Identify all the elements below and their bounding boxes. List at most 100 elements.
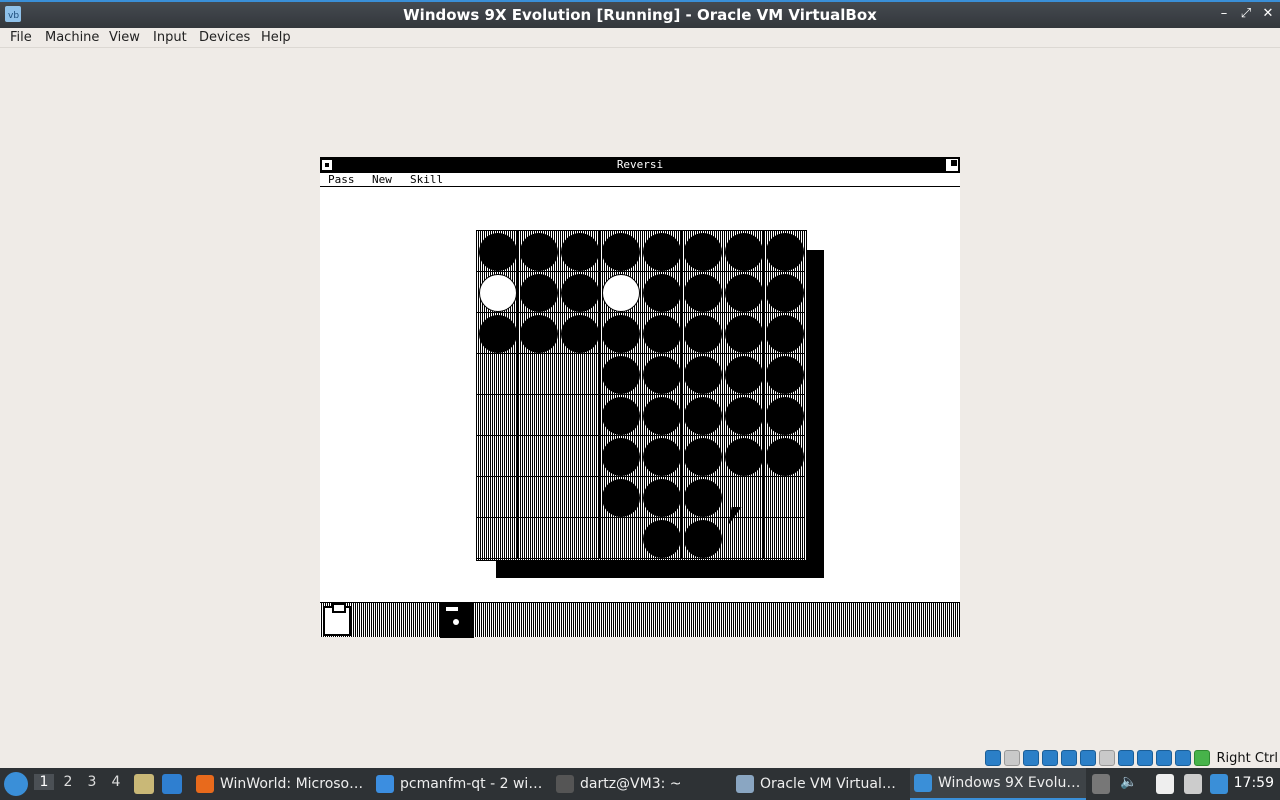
board-cell[interactable] <box>559 436 600 477</box>
board-cell[interactable] <box>600 313 641 354</box>
board-cell[interactable] <box>641 395 682 436</box>
desktop-1[interactable]: 1 <box>34 774 54 790</box>
disk-icon[interactable] <box>440 603 474 638</box>
board-cell[interactable] <box>723 231 764 272</box>
task-pcmanfm[interactable]: pcmanfm-qt - 2 wi… <box>372 768 548 800</box>
menu-pass[interactable]: Pass <box>328 173 355 186</box>
menu-machine[interactable]: Machine <box>45 30 99 45</box>
optical-drive-icon[interactable] <box>1003 750 1020 766</box>
board-cell[interactable] <box>641 477 682 518</box>
board-cell[interactable] <box>518 313 559 354</box>
window-titlebar[interactable]: vb Windows 9X Evolution [Running] - Orac… <box>0 0 1280 28</box>
board-cell[interactable] <box>559 395 600 436</box>
board-cell[interactable] <box>600 231 641 272</box>
board-cell[interactable] <box>764 477 805 518</box>
board-cell[interactable] <box>477 518 518 559</box>
menu-view[interactable]: View <box>109 30 140 45</box>
board-cell[interactable] <box>518 395 559 436</box>
hard-disk-icon[interactable] <box>984 750 1001 766</box>
board-cell[interactable] <box>641 231 682 272</box>
board-cell[interactable] <box>723 354 764 395</box>
task-winworld[interactable]: WinWorld: Microso… <box>192 768 368 800</box>
host-key-label[interactable]: Right Ctrl <box>1217 751 1279 766</box>
board-cell[interactable] <box>723 313 764 354</box>
board-cell[interactable] <box>518 272 559 313</box>
usb-icon[interactable] <box>1079 750 1096 766</box>
clipboard-icon[interactable] <box>323 603 351 636</box>
board-cell[interactable] <box>559 313 600 354</box>
guest-screen[interactable]: Reversi Pass New Skill <box>320 157 960 638</box>
zoom-box[interactable] <box>946 159 958 171</box>
board-cell[interactable] <box>682 231 723 272</box>
board-cell[interactable] <box>723 477 764 518</box>
desktop-2[interactable]: 2 <box>58 774 78 790</box>
board-cell[interactable] <box>477 354 518 395</box>
board-cell[interactable] <box>682 354 723 395</box>
minimize-button[interactable]: – <box>1218 6 1230 21</box>
board-cell[interactable] <box>682 477 723 518</box>
board-cell[interactable] <box>559 477 600 518</box>
reversi-titlebar[interactable]: Reversi <box>320 157 960 173</box>
board-cell[interactable] <box>641 354 682 395</box>
clipboard-tray-icon[interactable] <box>1156 774 1174 794</box>
reversi-board[interactable] <box>476 230 807 561</box>
board-cell[interactable] <box>641 436 682 477</box>
board-cell[interactable] <box>600 395 641 436</box>
board-cell[interactable] <box>477 313 518 354</box>
board-cell[interactable] <box>723 436 764 477</box>
board-cell[interactable] <box>682 272 723 313</box>
menu-input[interactable]: Input <box>153 30 187 45</box>
board-cell[interactable] <box>764 272 805 313</box>
desktop-4[interactable]: 4 <box>106 774 126 790</box>
board-cell[interactable] <box>477 272 518 313</box>
board-cell[interactable] <box>600 272 641 313</box>
board-cell[interactable] <box>477 477 518 518</box>
board-cell[interactable] <box>559 231 600 272</box>
board-cell[interactable] <box>477 231 518 272</box>
shared-folders-icon[interactable] <box>1098 750 1115 766</box>
network-icon[interactable] <box>1060 750 1077 766</box>
notification-icon[interactable] <box>1210 774 1228 794</box>
close-button[interactable]: ✕ <box>1262 6 1274 21</box>
restore-button[interactable]: ⤢ <box>1240 6 1252 21</box>
start-menu-icon[interactable] <box>4 772 28 796</box>
menu-devices[interactable]: Devices <box>199 30 250 45</box>
keyboard-capture-icon[interactable] <box>1193 750 1210 766</box>
mouse-integration-icon[interactable] <box>1174 750 1191 766</box>
board-cell[interactable] <box>641 518 682 559</box>
desktop-3[interactable]: 3 <box>82 774 102 790</box>
menu-new[interactable]: New <box>372 173 392 186</box>
board-cell[interactable] <box>600 477 641 518</box>
recording-icon[interactable] <box>1136 750 1153 766</box>
menu-skill[interactable]: Skill <box>410 173 443 186</box>
board-cell[interactable] <box>682 313 723 354</box>
board-cell[interactable] <box>477 395 518 436</box>
board-cell[interactable] <box>764 231 805 272</box>
board-cell[interactable] <box>518 477 559 518</box>
removable-media-icon[interactable] <box>1184 774 1202 794</box>
task-vm-window[interactable]: Windows 9X Evolu… <box>910 768 1086 800</box>
cpu-icon[interactable] <box>1155 750 1172 766</box>
board-cell[interactable] <box>682 395 723 436</box>
board-cell[interactable] <box>641 272 682 313</box>
board-cell[interactable] <box>518 354 559 395</box>
board-cell[interactable] <box>477 436 518 477</box>
board-cell[interactable] <box>518 436 559 477</box>
floppy-icon[interactable] <box>1022 750 1039 766</box>
board-cell[interactable] <box>600 354 641 395</box>
board-cell[interactable] <box>559 518 600 559</box>
board-cell[interactable] <box>764 395 805 436</box>
show-desktop-icon[interactable] <box>162 774 182 794</box>
display-icon[interactable] <box>1117 750 1134 766</box>
keyboard-layout-icon[interactable] <box>1092 774 1110 794</box>
board-cell[interactable] <box>600 436 641 477</box>
clock[interactable]: 17:59 <box>1234 775 1274 791</box>
board-cell[interactable] <box>682 518 723 559</box>
board-cell[interactable] <box>600 518 641 559</box>
menu-file[interactable]: File <box>10 30 32 45</box>
board-cell[interactable] <box>518 518 559 559</box>
volume-icon[interactable]: 🔈 <box>1120 774 1137 794</box>
board-cell[interactable] <box>682 436 723 477</box>
board-cell[interactable] <box>641 313 682 354</box>
board-cell[interactable] <box>764 518 805 559</box>
